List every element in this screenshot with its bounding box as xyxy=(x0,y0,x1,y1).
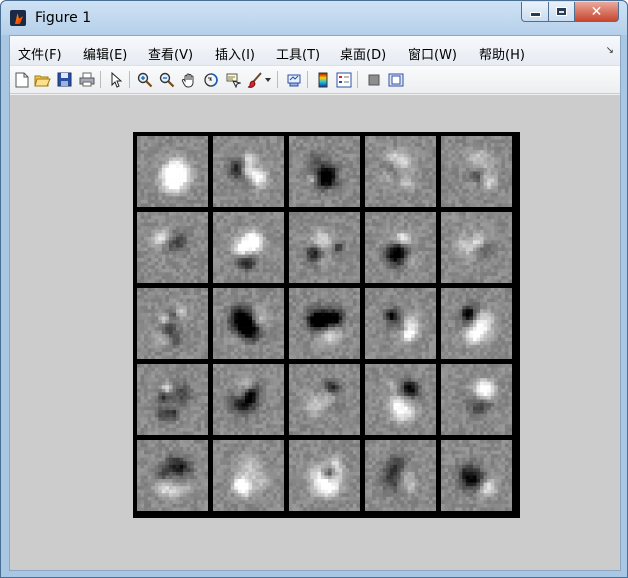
figure-window: Figure 1 ✕ 文件(F) 编辑(E) 查看(V) 插入(I) 工具(T)… xyxy=(0,0,628,578)
menu-bar: 文件(F) 编辑(E) 查看(V) 插入(I) 工具(T) 桌面(D) 窗口(W… xyxy=(10,36,620,66)
title-bar[interactable]: Figure 1 ✕ xyxy=(1,1,627,35)
maximize-button[interactable] xyxy=(549,2,575,22)
hidden-unit-tile xyxy=(365,288,436,359)
hidden-unit-tile xyxy=(137,288,208,359)
menu-help[interactable]: 帮助(H) xyxy=(479,44,525,63)
show-plot-tools-icon[interactable] xyxy=(387,71,404,88)
hidden-unit-tile xyxy=(137,136,208,207)
figure-client: 文件(F) 编辑(E) 查看(V) 插入(I) 工具(T) 桌面(D) 窗口(W… xyxy=(9,35,621,571)
hidden-unit-tile xyxy=(289,364,360,435)
zoom-in-icon[interactable] xyxy=(136,71,153,88)
toolbar-separator xyxy=(357,71,358,88)
toolbar-separator xyxy=(129,71,130,88)
menu-edit[interactable]: 编辑(E) xyxy=(83,44,127,63)
data-cursor-icon[interactable] xyxy=(224,71,241,88)
hidden-unit-tile xyxy=(289,288,360,359)
toolbar-separator xyxy=(307,71,308,88)
brush-dropdown-icon[interactable] xyxy=(264,71,272,88)
zoom-out-icon[interactable] xyxy=(158,71,175,88)
toolbar-separator xyxy=(277,71,278,88)
hidden-unit-tile xyxy=(137,212,208,283)
hidden-unit-tile xyxy=(441,212,512,283)
hidden-unit-tile xyxy=(137,440,208,511)
pan-hand-icon[interactable] xyxy=(180,71,197,88)
hide-plot-tools-icon[interactable] xyxy=(365,71,382,88)
hidden-unit-tile xyxy=(213,288,284,359)
window-controls: ✕ xyxy=(521,2,619,22)
hidden-unit-tile xyxy=(289,136,360,207)
figure-toolbar xyxy=(10,66,620,94)
link-plot-icon[interactable] xyxy=(285,71,302,88)
maximize-icon xyxy=(557,8,566,15)
matlab-icon xyxy=(10,10,26,26)
colorbar-icon[interactable] xyxy=(314,71,331,88)
minimize-icon xyxy=(529,12,541,17)
menu-view[interactable]: 查看(V) xyxy=(148,44,193,63)
select-arrow-icon[interactable] xyxy=(107,71,124,88)
hidden-unit-tile xyxy=(213,136,284,207)
hidden-unit-tile xyxy=(365,440,436,511)
menu-overflow-icon[interactable]: ↘ xyxy=(606,45,614,56)
menu-file[interactable]: 文件(F) xyxy=(18,44,62,63)
new-figure-icon[interactable] xyxy=(13,71,30,88)
minimize-button[interactable] xyxy=(521,2,549,22)
hidden-unit-tile xyxy=(365,364,436,435)
close-icon: ✕ xyxy=(590,3,603,20)
hidden-unit-tile xyxy=(289,212,360,283)
menu-tools[interactable]: 工具(T) xyxy=(276,44,320,63)
hidden-unit-tile xyxy=(213,364,284,435)
menu-window[interactable]: 窗口(W) xyxy=(408,44,457,63)
save-icon[interactable] xyxy=(56,71,73,88)
window-title: Figure 1 xyxy=(35,10,92,26)
hidden-unit-tile xyxy=(441,136,512,207)
rotate-3d-icon[interactable] xyxy=(202,71,219,88)
hidden-unit-tile xyxy=(213,212,284,283)
close-button[interactable]: ✕ xyxy=(575,2,619,22)
toolbar-separator xyxy=(100,71,101,88)
hidden-unit-tile xyxy=(441,288,512,359)
weight-visualization-grid[interactable] xyxy=(133,132,520,518)
menu-desktop[interactable]: 桌面(D) xyxy=(340,44,386,63)
hidden-unit-tile xyxy=(365,212,436,283)
hidden-unit-tile xyxy=(289,440,360,511)
hidden-unit-tile xyxy=(137,364,208,435)
menu-insert[interactable]: 插入(I) xyxy=(215,44,255,63)
hidden-unit-tile xyxy=(365,136,436,207)
hidden-unit-tile xyxy=(213,440,284,511)
figure-canvas[interactable] xyxy=(10,95,620,570)
brush-icon[interactable] xyxy=(246,71,263,88)
open-file-icon[interactable] xyxy=(34,71,51,88)
legend-icon[interactable] xyxy=(335,71,352,88)
hidden-unit-tile xyxy=(441,364,512,435)
hidden-unit-tile xyxy=(441,440,512,511)
print-icon[interactable] xyxy=(78,71,95,88)
